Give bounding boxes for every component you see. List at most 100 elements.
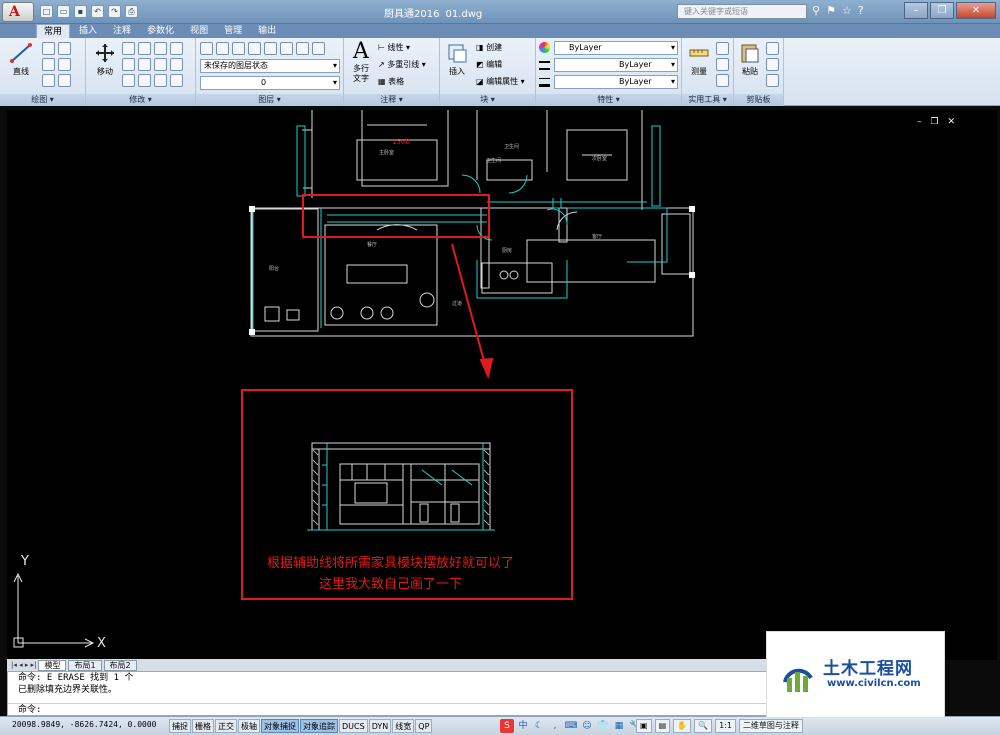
tab-layout1[interactable]: 布局1: [68, 659, 102, 671]
tab-output[interactable]: 输出: [251, 24, 283, 38]
drawing-canvas[interactable]: 1500 主卧室 卫生间 次卧室 阳台 餐厅 厨房 客厅 过道 卫生间 根据辅助…: [7, 110, 997, 660]
layer-icon-2[interactable]: [216, 42, 229, 55]
tab-home[interactable]: 常用: [36, 24, 71, 38]
line-button[interactable]: 直线: [6, 42, 36, 77]
array-icon[interactable]: [138, 74, 151, 87]
snap-toggle[interactable]: 捕捉: [169, 719, 191, 733]
scale-icon[interactable]: [170, 58, 183, 71]
move-button[interactable]: 移动: [90, 42, 120, 77]
pan-icon[interactable]: ✋: [673, 719, 692, 733]
fillet-icon[interactable]: [138, 58, 151, 71]
new-icon[interactable]: □: [40, 5, 53, 18]
rotate-icon[interactable]: [138, 42, 151, 55]
block-panel-label[interactable]: 块 ▾: [440, 94, 535, 106]
arc-icon[interactable]: [58, 42, 71, 55]
explode-icon[interactable]: [154, 58, 167, 71]
edit-attributes-button[interactable]: ◪ 编辑属性 ▾: [476, 76, 525, 87]
mirror-icon[interactable]: [122, 58, 135, 71]
polar-toggle[interactable]: 极轴: [238, 719, 260, 733]
layers-panel-label[interactable]: 图层 ▾: [196, 94, 343, 106]
plot-icon[interactable]: ⎙: [125, 5, 138, 18]
paste-button[interactable]: 粘贴: [737, 42, 763, 77]
workspace-switch[interactable]: 二维草图与注释: [738, 719, 803, 733]
clipboard-panel-label[interactable]: 剪贴板: [734, 94, 783, 106]
tab-view[interactable]: 视图: [183, 24, 215, 38]
command-prompt[interactable]: 命令:: [8, 703, 766, 715]
layer-icon-8[interactable]: [312, 42, 325, 55]
linear-dim-button[interactable]: ⊢ 线性 ▾: [378, 42, 410, 53]
hatch-icon[interactable]: [58, 74, 71, 87]
table-button[interactable]: ▦ 表格: [378, 76, 404, 87]
copy-icon[interactable]: [122, 42, 135, 55]
tab-annotate[interactable]: 注释: [106, 24, 138, 38]
application-menu-button[interactable]: A: [2, 2, 34, 22]
keyboard-icon[interactable]: ⌨: [564, 719, 578, 733]
match-properties-icon[interactable]: [766, 74, 779, 87]
coordinate-readout[interactable]: 20098.9849, -8626.7424, 0.0000: [12, 720, 157, 729]
ellipse-icon[interactable]: [42, 74, 55, 87]
favorites-icon[interactable]: ☆: [842, 4, 852, 17]
layer-state-dropdown[interactable]: 未保存的图层状态: [200, 59, 340, 73]
layer-icon-4[interactable]: [248, 42, 261, 55]
grid-icon[interactable]: ▦: [612, 719, 626, 733]
tab-manage[interactable]: 管理: [217, 24, 249, 38]
osnap-toggle[interactable]: 对象捕捉: [261, 719, 299, 733]
cad-drawing[interactable]: 1500 主卧室 卫生间 次卧室 阳台 餐厅 厨房 客厅 过道 卫生间 根据辅助…: [7, 110, 997, 660]
polyline-icon[interactable]: [42, 42, 55, 55]
grid-toggle[interactable]: 栅格: [192, 719, 214, 733]
punctuation-icon[interactable]: ,: [548, 719, 562, 733]
properties-panel-label[interactable]: 特性 ▾: [536, 94, 681, 106]
communication-icon[interactable]: ⚑: [826, 4, 836, 17]
break-icon[interactable]: [170, 74, 183, 87]
layer-icon-7[interactable]: [296, 42, 309, 55]
layer-icon-5[interactable]: [264, 42, 277, 55]
undo-icon[interactable]: ↶: [91, 5, 104, 18]
id-point-icon[interactable]: [716, 58, 729, 71]
color-wheel-icon[interactable]: [539, 42, 550, 53]
quick-select-icon[interactable]: [716, 42, 729, 55]
model-space-icon[interactable]: ▣: [636, 719, 652, 733]
command-window[interactable]: 命令: E ERASE 找到 1 个 已删除填充边界关联性。 命令:: [7, 671, 767, 716]
measure-button[interactable]: 测量: [686, 42, 712, 77]
shirt-icon[interactable]: 👕: [596, 719, 610, 733]
ducs-toggle[interactable]: DUCS: [339, 719, 368, 733]
ortho-toggle[interactable]: 正交: [215, 719, 237, 733]
annotation-panel-label[interactable]: 注释 ▾: [344, 94, 439, 106]
tab-nav-arrows[interactable]: |◂ ◂ ▸ ▸|: [11, 661, 36, 669]
skin-icon[interactable]: ☺: [580, 719, 594, 733]
tab-layout2[interactable]: 布局2: [103, 659, 137, 671]
current-layer-dropdown[interactable]: 0: [200, 76, 340, 90]
draw-panel-label[interactable]: 绘图 ▾: [0, 94, 85, 106]
trim-icon[interactable]: [154, 42, 167, 55]
erase-icon[interactable]: [170, 42, 183, 55]
minimize-button[interactable]: –: [904, 2, 928, 19]
modify-panel-label[interactable]: 修改 ▾: [86, 94, 195, 106]
linetype-dropdown[interactable]: ByLayer: [554, 58, 678, 72]
otrack-toggle[interactable]: 对象追踪: [300, 719, 338, 733]
offset-icon[interactable]: [154, 74, 167, 87]
tab-insert[interactable]: 插入: [72, 24, 104, 38]
viewport-controls[interactable]: – ❐ ✕: [917, 117, 958, 127]
utilities-panel-label[interactable]: 实用工具 ▾: [682, 94, 733, 106]
moon-icon[interactable]: ☾: [532, 719, 546, 733]
layout-icon[interactable]: ▤: [654, 719, 671, 733]
close-button[interactable]: ✕: [956, 2, 996, 19]
layer-properties-icon[interactable]: [200, 42, 213, 55]
lineweight-dropdown[interactable]: ByLayer: [554, 75, 678, 89]
tab-model[interactable]: 模型: [38, 659, 67, 671]
layer-icon-6[interactable]: [280, 42, 293, 55]
color-dropdown[interactable]: ByLayer: [554, 41, 678, 55]
tab-parametric[interactable]: 参数化: [140, 24, 181, 38]
create-block-button[interactable]: ◨ 创建: [476, 42, 502, 53]
redo-icon[interactable]: ↷: [108, 5, 121, 18]
stretch-icon[interactable]: [122, 74, 135, 87]
binoculars-icon[interactable]: ⚲: [812, 4, 820, 17]
cut-icon[interactable]: [766, 42, 779, 55]
multiline-text-button[interactable]: A 多行 文字: [347, 40, 375, 84]
restore-button[interactable]: ❐: [930, 2, 954, 19]
multileader-button[interactable]: ↗ 多重引线 ▾: [378, 59, 426, 70]
save-icon[interactable]: ▪: [74, 5, 87, 18]
zoom-icon[interactable]: 🔍: [694, 719, 713, 733]
annotation-scale[interactable]: 1:1: [715, 719, 736, 733]
help-icon[interactable]: ?: [858, 4, 864, 17]
